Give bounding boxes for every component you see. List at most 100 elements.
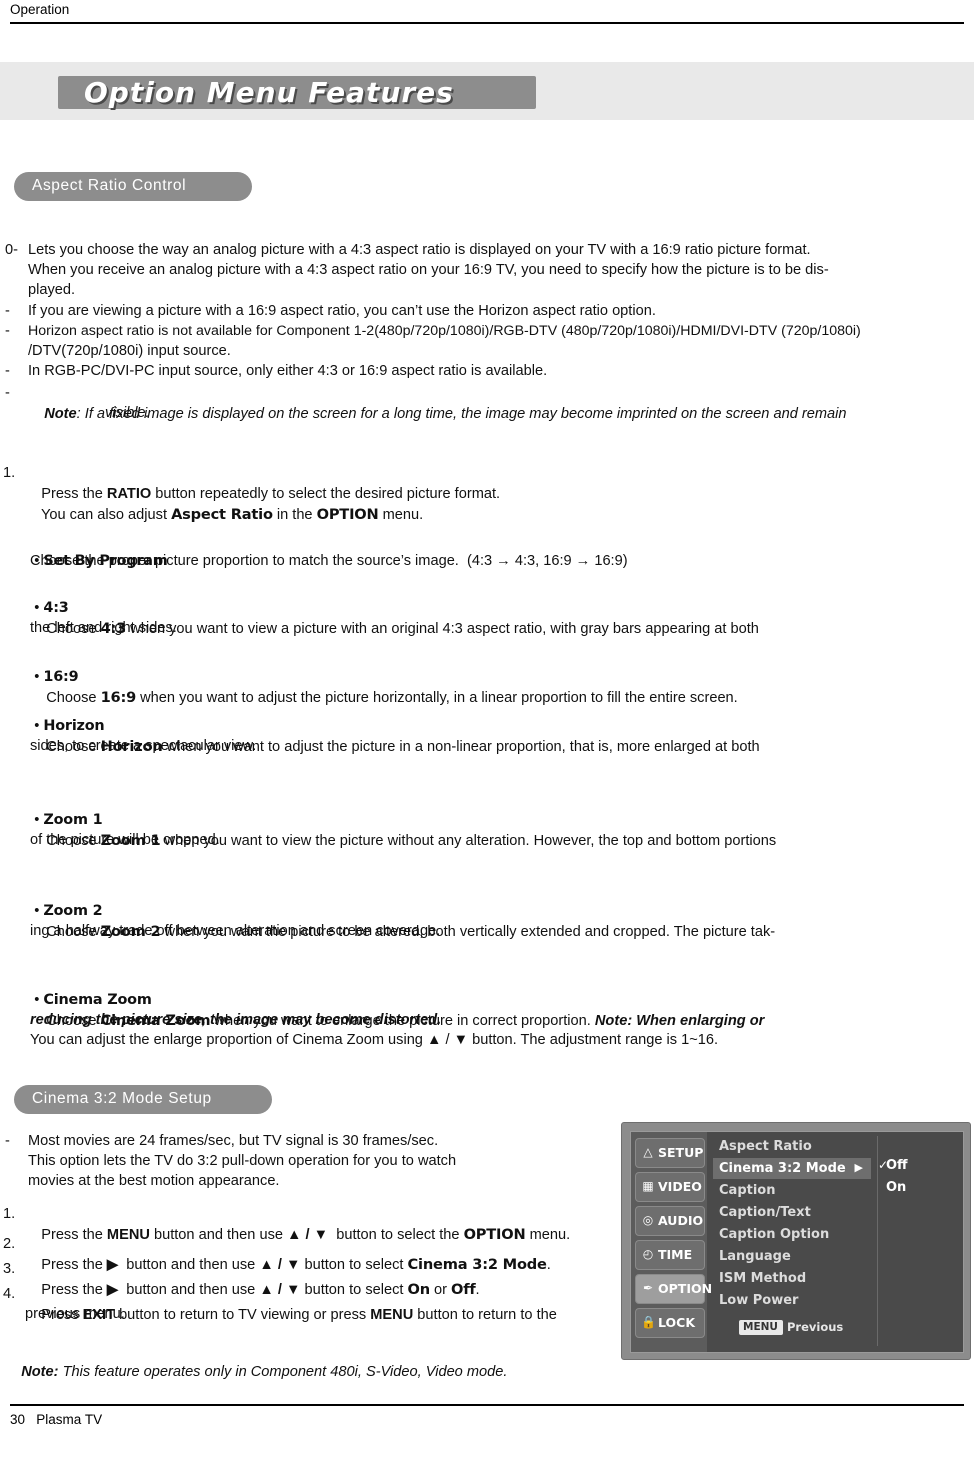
page-number: 30 (10, 1412, 26, 1427)
osd-option-off-label: Off (886, 1158, 908, 1173)
aspect-note-text: : If a fixed image is displayed on the s… (76, 405, 847, 422)
aspect-intro-line-3: If you are viewing a picture with a 16:9… (28, 303, 656, 319)
antenna-icon: △ (643, 1145, 653, 1159)
ratio-item-2-term: 16:9 (100, 688, 137, 706)
osd-category-video-label: VIDEO (658, 1179, 702, 1194)
osd-menu-button-label: MENU (743, 1321, 778, 1333)
cinema-step-4-cont: previous menu. (25, 1306, 125, 1322)
osd-previous-label: Previous (787, 1320, 844, 1334)
cinema-intro-line-1: This option lets the TV do 3:2 pull-down… (28, 1153, 457, 1169)
aspect-intro-marker-3: - (5, 303, 10, 319)
osd-category-audio[interactable]: ◎ AUDIO (635, 1206, 705, 1236)
aspect-intro-line-1: When you receive an analog picture with … (28, 262, 829, 278)
osd-menu-item-ism-method-label: ISM Method (719, 1271, 807, 1286)
osd-menu-item-caption[interactable]: Caption (713, 1180, 871, 1201)
cinema-step-2-number: 2. (3, 1236, 16, 1252)
aspect-intro-line-4: Horizon aspect ratio is not available fo… (28, 323, 861, 339)
ratio-item-3-line-1: sides, to create a spectacular view. (30, 738, 257, 754)
osd-category-time[interactable]: ◴ TIME (635, 1240, 705, 1270)
footer-page-number: 30 Plasma TV (10, 1412, 102, 1427)
ratio-item-1-post: when you want to view a picture with an … (126, 620, 759, 637)
osd-category-lock[interactable]: 🔒 LOCK (635, 1308, 705, 1338)
osd-menu-button[interactable]: MENU (739, 1320, 783, 1335)
osd-menu-item-caption-text-label: Caption/Text (719, 1205, 811, 1220)
osd-category-setup-label: SETUP (658, 1145, 704, 1160)
section-heading-aspect-ratio-label: Aspect Ratio Control (32, 177, 187, 194)
osd-menu-item-ism-method[interactable]: ISM Method (713, 1268, 871, 1289)
wrench-icon: ✒ (642, 1281, 654, 1295)
aspect-note-marker: - (5, 385, 10, 401)
document-page: Operation Option Menu Features Aspect Ra… (0, 0, 974, 1460)
osd-menu-item-aspect-ratio-label: Aspect Ratio (719, 1139, 812, 1154)
cinema-intro-marker: - (5, 1133, 10, 1149)
cinema-step-4-number: 4. (3, 1286, 16, 1302)
aspect-intro-line-5: /DTV(720p/1080i) input source. (28, 343, 231, 359)
cinema-intro-line-0: Most movies are 24 frames/sec, but TV si… (28, 1133, 439, 1149)
osd-category-audio-label: AUDIO (658, 1213, 704, 1228)
section-heading-cinema-mode-label: Cinema 3:2 Mode Setup (32, 1090, 212, 1107)
ratio-item-2-post: when you want to adjust the picture hori… (136, 689, 738, 706)
cinema-step-3-number: 3. (3, 1261, 16, 1277)
osd-category-lock-label: LOCK (658, 1315, 696, 1330)
section-heading-aspect-ratio: Aspect Ratio Control (14, 172, 252, 201)
header-rule (10, 22, 964, 24)
aspect-note-label: Note (44, 405, 77, 422)
osd-menu-item-cinema-mode[interactable]: Cinema 3:2 Mode ▶ (713, 1158, 871, 1179)
cinema-note-label: Note: (21, 1363, 59, 1380)
aspect-intro-line-2: played. (28, 282, 76, 298)
menu-button-term-2: MENU (370, 1306, 414, 1323)
chevron-right-icon: ▶ (854, 1161, 863, 1174)
ratio-item-0-line-0: Choose the proper picture proportion to … (30, 553, 628, 569)
osd-menu-item-language-label: Language (719, 1249, 791, 1264)
osd-menu-item-caption-text[interactable]: Caption/Text (713, 1202, 871, 1223)
osd-screenshot: △ SETUP ▦ VIDEO ◎ AUDIO ◴ TIME ✒ OPTION … (621, 1122, 971, 1360)
osd-menu-list: Aspect Ratio Cinema 3:2 Mode ▶ Caption C… (713, 1136, 871, 1346)
osd-menu-item-cinema-mode-label: Cinema 3:2 Mode (719, 1161, 846, 1176)
aspect-intro-line-0: Lets you choose the way an analog pictur… (28, 242, 811, 258)
cinema-step-1-number: 1. (3, 1206, 16, 1222)
aspect-intro-line-6: In RGB-PC/DVI-PC input source, only eith… (28, 363, 548, 379)
osd-category-option-label: OPTION (658, 1281, 713, 1296)
speaker-icon: ◎ (642, 1213, 654, 1227)
product-name: Plasma TV (36, 1412, 103, 1427)
osd-category-setup[interactable]: △ SETUP (635, 1138, 705, 1168)
ratio-item-6-note: Note: When enlarging or (594, 1012, 765, 1029)
step1-line2-c: menu. (378, 506, 424, 523)
lock-icon: 🔒 (641, 1315, 656, 1329)
clock-icon: ◴ (642, 1247, 654, 1261)
footer-rule (10, 1404, 964, 1406)
osd-option-on-label: On (886, 1180, 907, 1195)
cinema-intro-line-2: movies at the best motion appearance. (28, 1173, 280, 1189)
ratio-item-1-line-1: the left and right sides. (30, 620, 177, 636)
ratio-item-6-line-2: You can adjust the enlarge proportion of… (30, 1032, 719, 1048)
osd-menu-item-caption-label: Caption (719, 1183, 776, 1198)
osd-category-option[interactable]: ✒ OPTION (635, 1274, 712, 1304)
aspect-intro-marker-6: - (5, 363, 10, 379)
step1-number: 1. (3, 465, 16, 481)
running-head: Operation (10, 2, 70, 17)
aspect-intro-marker-0: 0- (5, 242, 18, 258)
picture-icon: ▦ (642, 1179, 654, 1193)
ratio-item-4-post: when you want to view the picture withou… (160, 832, 777, 849)
osd-menu-item-aspect-ratio[interactable]: Aspect Ratio (713, 1136, 871, 1157)
section-heading-cinema-mode: Cinema 3:2 Mode Setup (14, 1085, 272, 1114)
ratio-item-6-note-cont: reducing the picture size, the image may… (30, 1012, 442, 1028)
osd-menu-item-low-power[interactable]: Low Power (713, 1290, 871, 1311)
ratio-item-4-line-1: of the picture will be cropped. (30, 832, 220, 848)
osd-option-off[interactable]: ✓ Off (878, 1158, 908, 1173)
page-title: Option Menu Features (84, 76, 454, 109)
step1-aspect-ratio-term: Aspect Ratio (171, 505, 273, 523)
osd-panel: △ SETUP ▦ VIDEO ◎ AUDIO ◴ TIME ✒ OPTION … (630, 1131, 964, 1353)
ratio-item-5-line-1: ing a halfway trade off between alterati… (30, 923, 441, 939)
osd-menu-item-low-power-label: Low Power (719, 1293, 799, 1308)
osd-menu-item-language[interactable]: Language (713, 1246, 871, 1267)
step1-option-term: OPTION (316, 505, 379, 523)
osd-category-column: △ SETUP ▦ VIDEO ◎ AUDIO ◴ TIME ✒ OPTION … (631, 1132, 712, 1352)
osd-option-on[interactable]: On (886, 1180, 906, 1195)
step1-line2-a: You can also adjust (40, 506, 172, 523)
check-icon: ✓ (878, 1158, 889, 1172)
cinema-note-text: This feature operates only in Component … (58, 1363, 508, 1380)
osd-category-video[interactable]: ▦ VIDEO (635, 1172, 705, 1202)
osd-menu-item-caption-option[interactable]: Caption Option (713, 1224, 871, 1245)
aspect-intro-marker-4: - (5, 323, 10, 339)
